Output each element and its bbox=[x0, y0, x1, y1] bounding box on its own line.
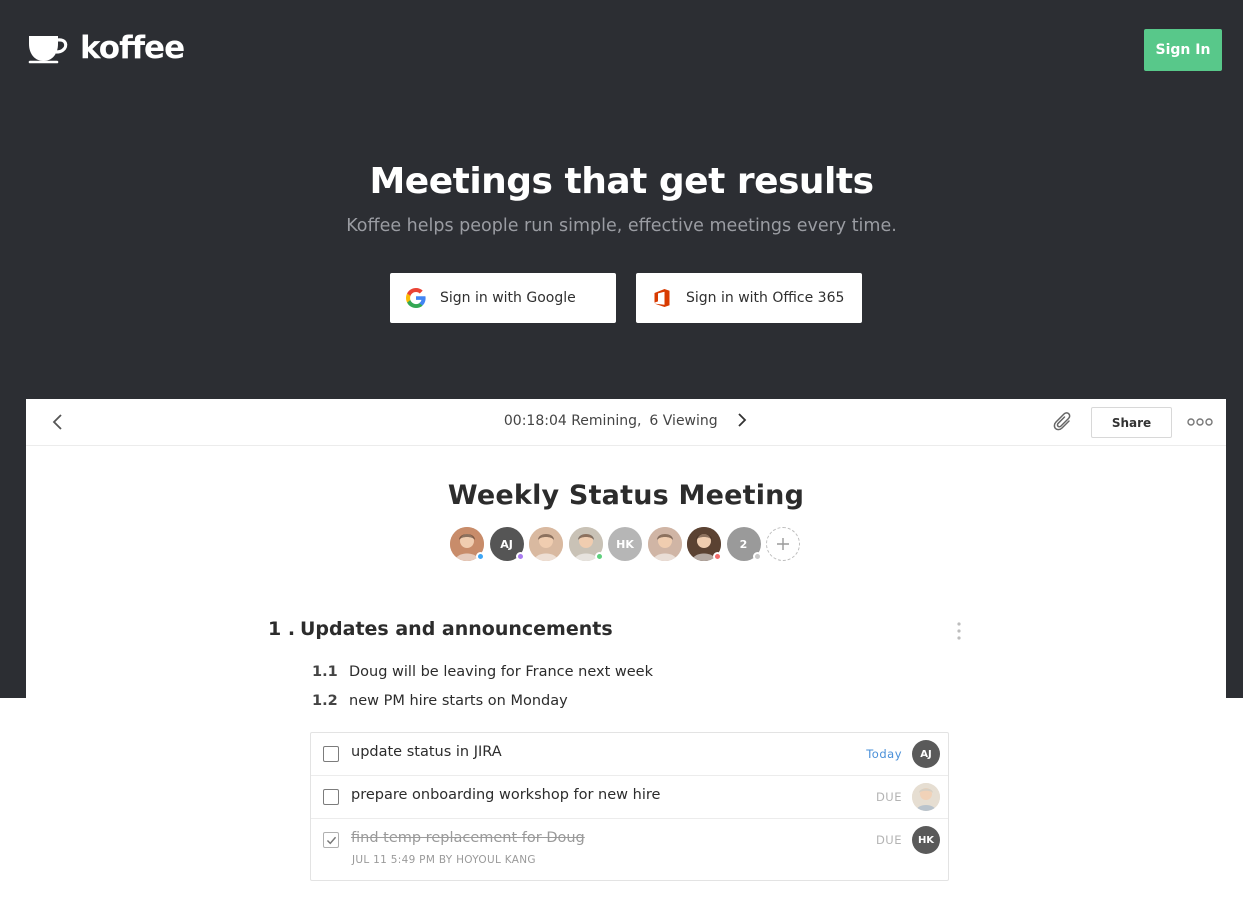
sign-in-button[interactable]: Sign In bbox=[1144, 29, 1222, 71]
attendee-avatar[interactable]: AJ bbox=[489, 527, 525, 561]
task-completed-meta: JUL 11 5:49 PM BY HOYOUL KANG bbox=[352, 854, 536, 866]
person-photo-icon bbox=[912, 783, 940, 811]
coffee-cup-icon bbox=[28, 36, 68, 64]
action-item[interactable]: find temp replacement for Doug JUL 11 5:… bbox=[311, 819, 948, 880]
sign-in-with-office365-button[interactable]: Sign in with Office 365 bbox=[636, 273, 862, 323]
attendee-initials: AJ bbox=[500, 537, 513, 551]
office365-icon bbox=[654, 289, 670, 307]
section-title[interactable]: Updates and announcements bbox=[300, 618, 613, 640]
google-button-label: Sign in with Google bbox=[440, 290, 576, 306]
sign-in-with-google-button[interactable]: Sign in with Google bbox=[390, 273, 616, 323]
meeting-status: 00:18:04 Remining, 6 Viewing bbox=[26, 413, 1226, 429]
task-due-date[interactable]: Today bbox=[866, 747, 902, 761]
more-options-icon[interactable] bbox=[1187, 416, 1213, 428]
meeting-toolbar: 00:18:04 Remining, 6 Viewing Share bbox=[26, 399, 1226, 446]
landing-page: koffee Sign In Meetings that get results… bbox=[0, 0, 1243, 899]
viewer-count: 6 Viewing bbox=[649, 413, 718, 429]
attendee-avatar-photo[interactable] bbox=[529, 527, 563, 561]
share-button[interactable]: Share bbox=[1091, 407, 1172, 438]
attendee-avatar[interactable]: HK bbox=[608, 527, 642, 561]
note-text: Doug will be leaving for France next wee… bbox=[349, 664, 653, 680]
presence-status-dot bbox=[594, 552, 604, 561]
presence-status-dot bbox=[515, 552, 525, 561]
attendee-avatar-photo[interactable] bbox=[687, 527, 722, 561]
checkmark-icon bbox=[326, 836, 336, 844]
action-item[interactable]: update status in JIRA Today AJ bbox=[311, 733, 948, 776]
add-attendee-button[interactable] bbox=[766, 527, 800, 561]
attendee-avatar-photo[interactable] bbox=[647, 527, 682, 561]
attendee-initials: 2 bbox=[739, 537, 748, 551]
action-item[interactable]: prepare onboarding workshop for new hire… bbox=[311, 776, 948, 819]
task-text[interactable]: find temp replacement for Doug bbox=[351, 830, 585, 846]
hero-subtitle: Koffee helps people run simple, effectiv… bbox=[346, 216, 897, 236]
presence-status-dot bbox=[476, 552, 485, 561]
task-checkbox[interactable] bbox=[323, 746, 339, 762]
attendee-avatar-photo[interactable] bbox=[450, 527, 485, 561]
section-number: 1 . bbox=[268, 618, 296, 640]
task-text[interactable]: prepare onboarding workshop for new hire bbox=[351, 787, 660, 803]
note-item[interactable]: 1.1 Doug will be leaving for France next … bbox=[312, 664, 653, 680]
note-item[interactable]: 1.2 new PM hire starts on Monday bbox=[312, 693, 568, 709]
logo[interactable]: koffee bbox=[28, 30, 185, 66]
attachment-icon[interactable] bbox=[1052, 411, 1074, 433]
person-photo-icon bbox=[647, 527, 682, 561]
note-text: new PM hire starts on Monday bbox=[349, 693, 568, 709]
task-due-date[interactable]: DUE bbox=[876, 790, 902, 804]
task-assignee-avatar[interactable]: AJ bbox=[912, 740, 940, 768]
task-assignee-avatar[interactable]: HK bbox=[912, 826, 940, 854]
presence-status-dot bbox=[713, 552, 722, 561]
task-checkbox-checked[interactable] bbox=[323, 832, 339, 848]
task-assignee-avatar[interactable] bbox=[912, 783, 940, 811]
plus-icon bbox=[777, 538, 789, 550]
attendee-avatar-photo[interactable] bbox=[568, 527, 604, 561]
note-number: 1.1 bbox=[312, 664, 338, 680]
action-item-list: update status in JIRA Today AJ prepare o… bbox=[310, 732, 949, 881]
note-number: 1.2 bbox=[312, 693, 338, 709]
presence-status-dot bbox=[752, 552, 762, 561]
chevron-right-icon[interactable] bbox=[736, 413, 748, 427]
logo-text: koffee bbox=[80, 30, 185, 66]
attendee-initials: HK bbox=[616, 537, 634, 551]
task-checkbox[interactable] bbox=[323, 789, 339, 805]
meeting-title: Weekly Status Meeting bbox=[447, 480, 805, 511]
task-text[interactable]: update status in JIRA bbox=[351, 744, 502, 760]
task-due-date[interactable]: DUE bbox=[876, 833, 902, 847]
section-menu-icon[interactable] bbox=[955, 621, 963, 641]
time-remaining: 00:18:04 Remining, bbox=[503, 413, 642, 429]
office365-button-label: Sign in with Office 365 bbox=[686, 290, 845, 306]
person-photo-icon bbox=[529, 527, 563, 561]
attendee-avatar[interactable]: 2 bbox=[726, 527, 762, 561]
google-icon bbox=[406, 288, 426, 308]
app-preview: 00:18:04 Remining, 6 Viewing Share Weekly… bbox=[26, 399, 1226, 899]
hero-title: Meetings that get results bbox=[369, 161, 874, 202]
